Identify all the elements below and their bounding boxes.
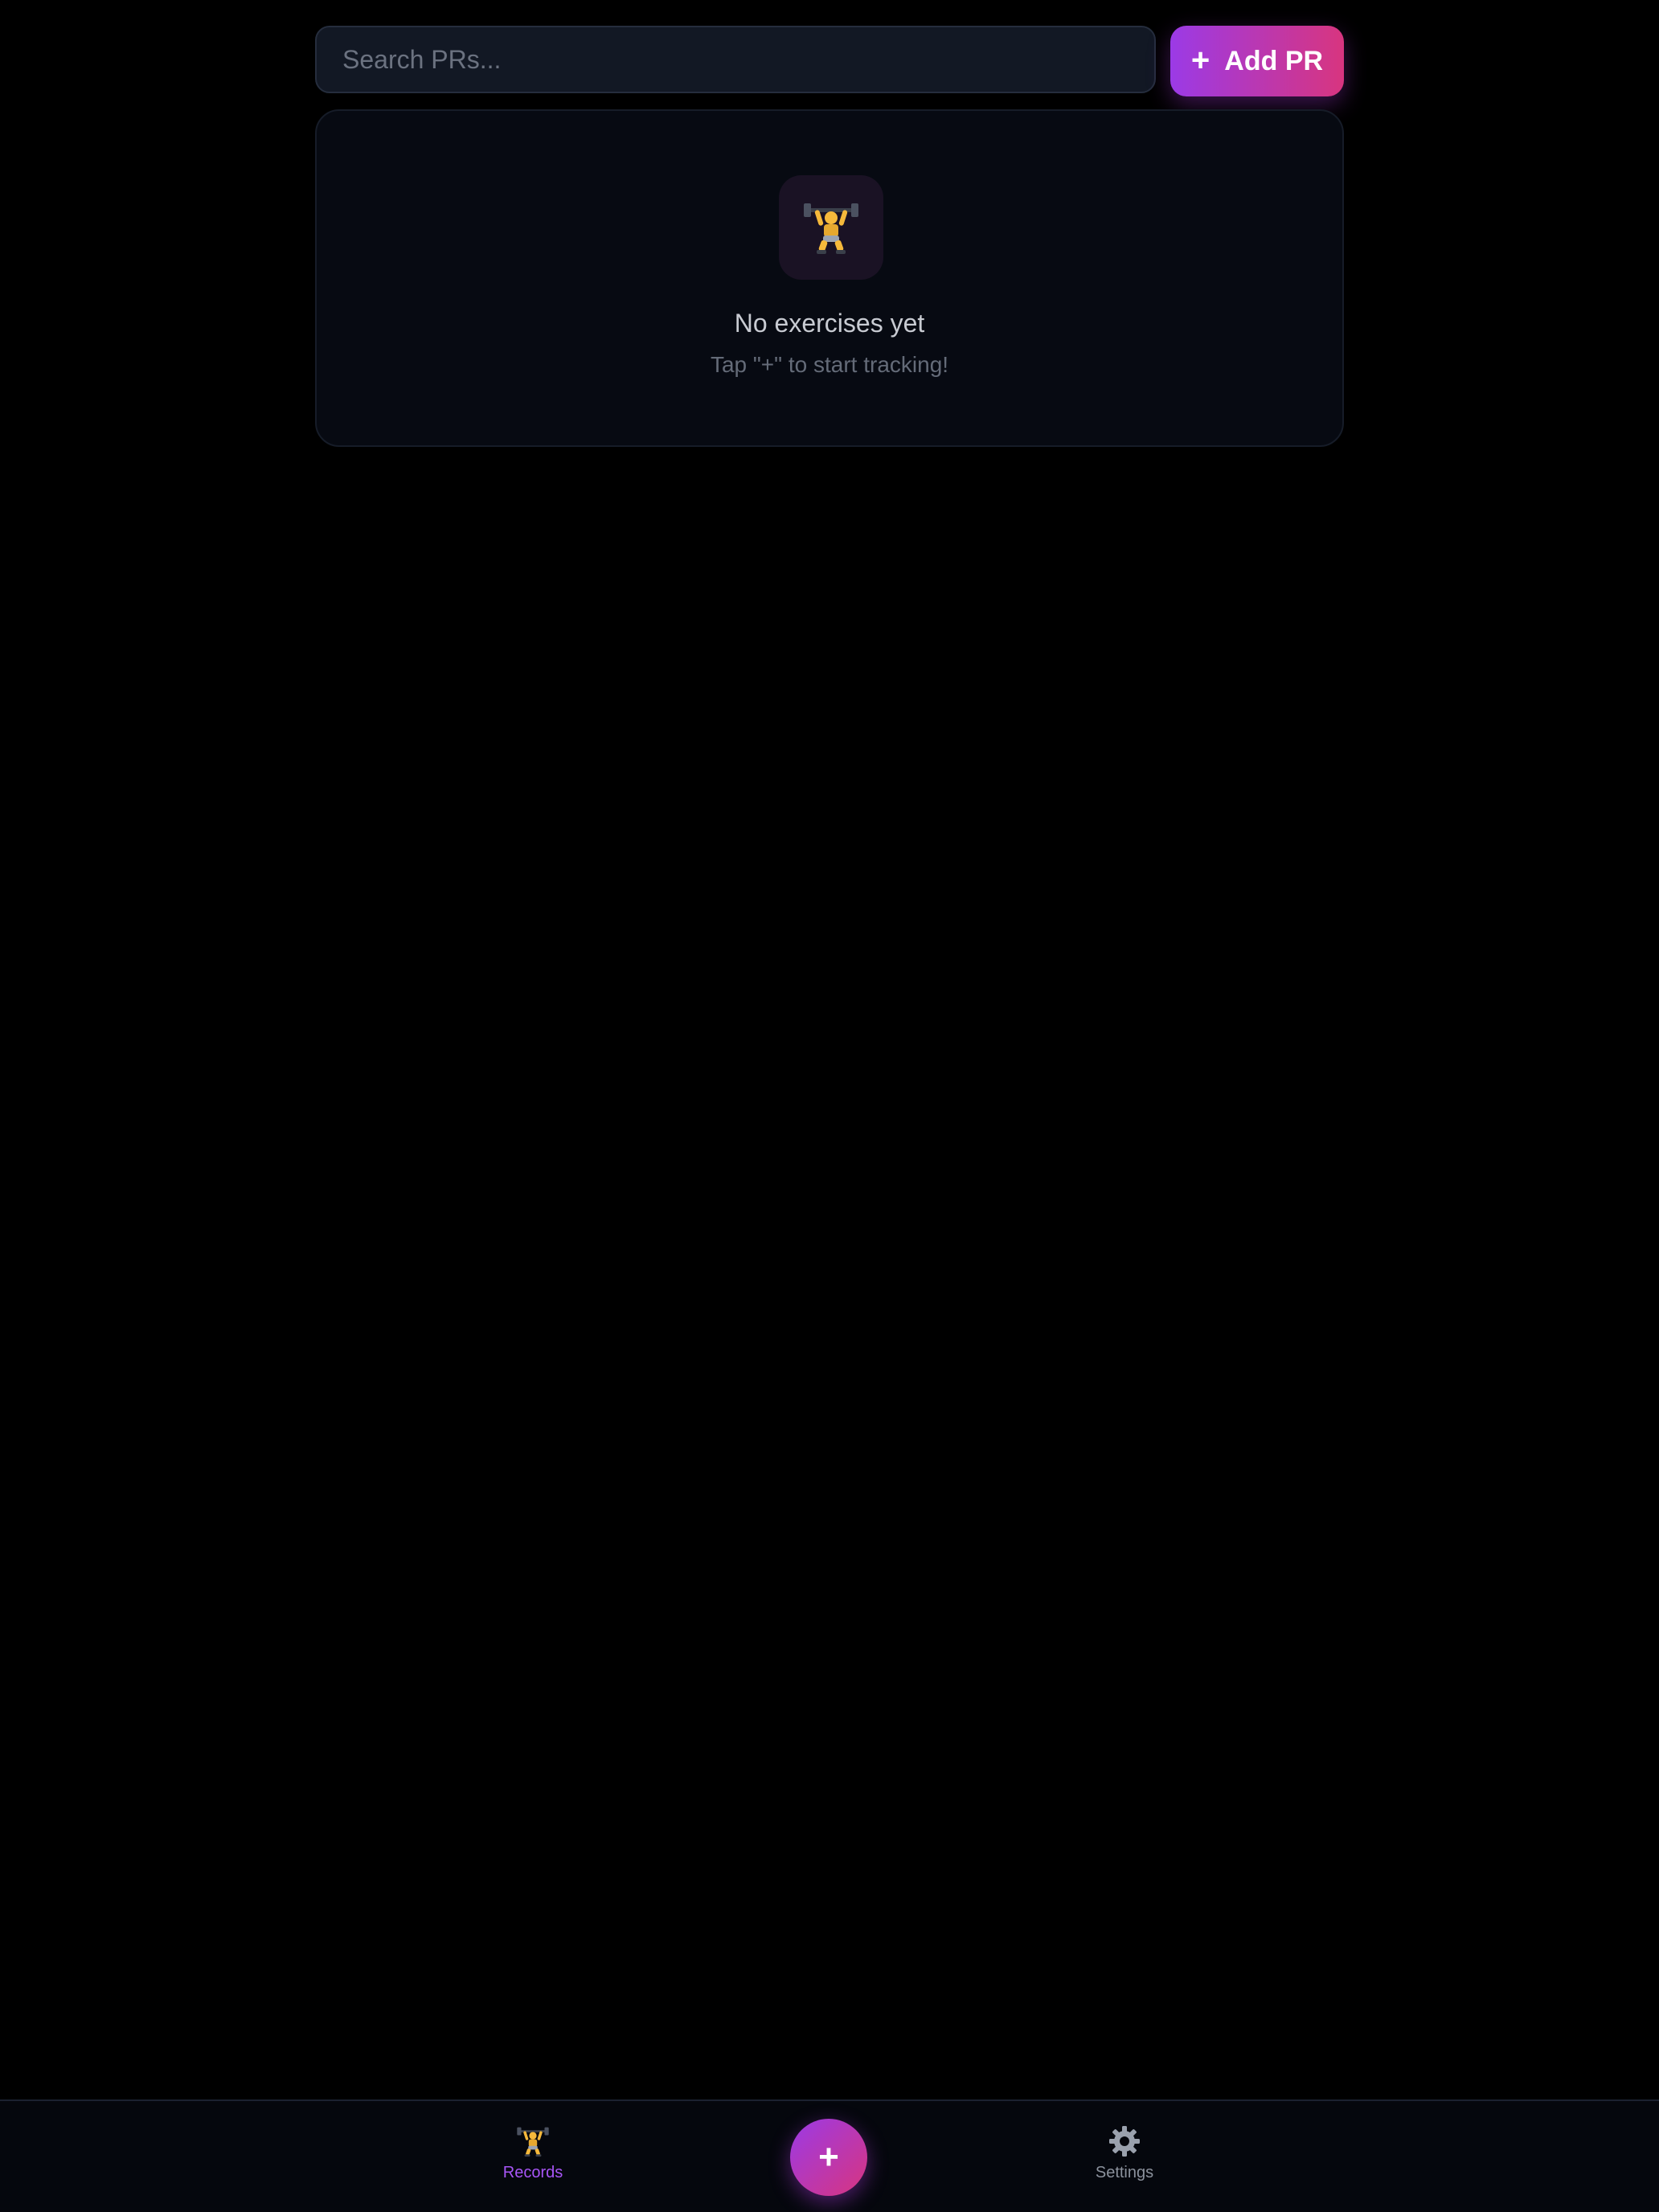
plus-icon: + <box>818 2137 839 2177</box>
plus-icon: + <box>1190 43 1210 78</box>
nav-item-records[interactable]: Records <box>453 2124 613 2182</box>
empty-state-card: No exercises yet Tap "+" to start tracki… <box>315 109 1344 447</box>
empty-state-icon-box <box>779 175 883 280</box>
add-pr-label: Add PR <box>1224 45 1324 76</box>
empty-state-title: No exercises yet <box>734 309 925 338</box>
search-input[interactable] <box>315 26 1156 93</box>
empty-state-subtitle: Tap "+" to start tracking! <box>710 352 949 377</box>
weightlifter-icon <box>804 203 858 254</box>
gear-icon <box>1109 2126 1140 2157</box>
nav-item-settings[interactable]: Settings <box>1044 2124 1205 2182</box>
weightlifter-icon <box>517 2127 549 2157</box>
nav-label-records: Records <box>502 2164 563 2181</box>
add-pr-button[interactable]: + Add PR <box>1170 26 1344 96</box>
add-fab-button[interactable]: + <box>790 2119 867 2196</box>
nav-label-settings: Settings <box>1095 2164 1154 2181</box>
top-bar: + Add PR <box>315 26 1344 96</box>
